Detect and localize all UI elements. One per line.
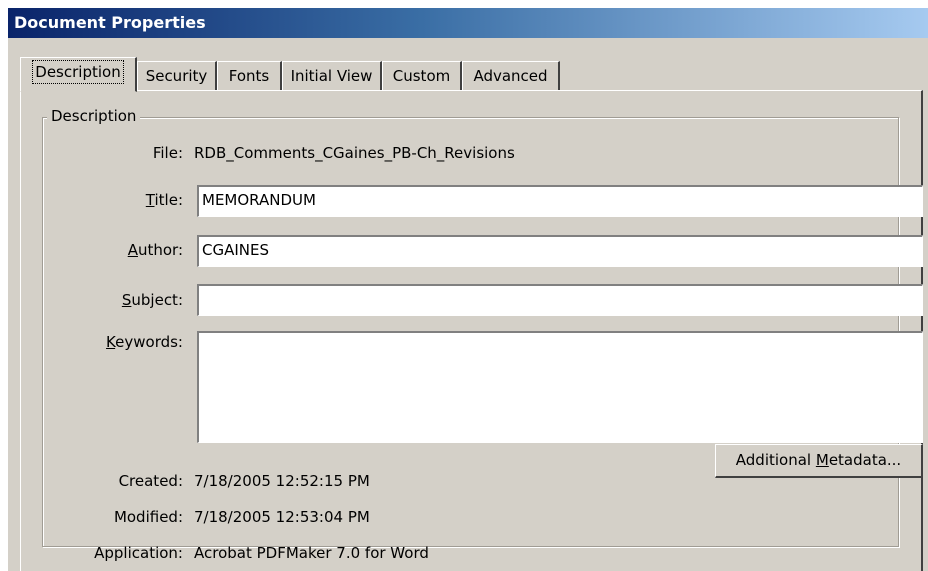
description-groupbox: File: RDB_Comments_CGaines_PB-Ch_Revisio… [42,117,923,562]
document-properties-dialog: Document Properties Description Security… [8,8,928,571]
tab-advanced[interactable]: Advanced [462,61,560,91]
description-group-label: Description [47,105,141,127]
title-field[interactable]: MEMORANDUM [197,185,923,217]
created-value: 7/18/2005 12:52:15 PM [194,472,370,490]
tab-fonts[interactable]: Fonts [217,61,282,91]
modified-label: Modified: [113,508,183,526]
subject-label: Subject: [121,291,183,309]
modified-value: 7/18/2005 12:53:04 PM [194,508,370,526]
author-label: Author: [127,241,183,259]
title-label: Title: [145,191,183,209]
additional-metadata-button[interactable]: Additional Metadata... [715,444,923,478]
author-field[interactable]: CGAINES [197,235,923,267]
subject-field[interactable] [197,284,923,316]
keywords-field[interactable] [197,331,923,443]
tab-custom[interactable]: Custom [382,61,462,91]
tab-description[interactable]: Description [20,57,137,92]
tab-initial-view[interactable]: Initial View [282,61,382,91]
created-label: Created: [118,472,183,490]
keywords-label: Keywords: [106,333,183,351]
file-value: RDB_Comments_CGaines_PB-Ch_Revisions [194,144,515,162]
application-label: Application: [94,544,183,562]
description-panel: File: RDB_Comments_CGaines_PB-Ch_Revisio… [20,90,923,571]
tab-security[interactable]: Security [137,61,217,91]
application-value: Acrobat PDFMaker 7.0 for Word [194,544,429,562]
file-label: File: [152,144,183,162]
dialog-title: Document Properties [8,8,928,38]
